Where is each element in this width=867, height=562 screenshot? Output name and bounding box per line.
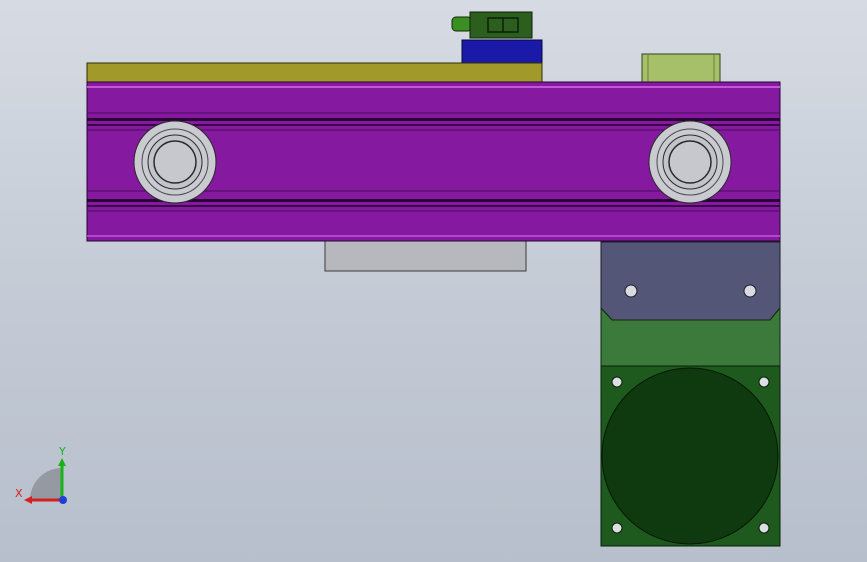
y-axis-label: Y — [58, 445, 66, 458]
right-pulley[interactable] — [648, 120, 732, 204]
carriage-block[interactable] — [461, 39, 543, 65]
end-cap-block[interactable] — [641, 53, 721, 84]
top-mounting-plate[interactable] — [86, 62, 543, 84]
lower-gray-plate[interactable] — [324, 239, 527, 272]
sensor-connector[interactable] — [451, 11, 533, 39]
motor-body[interactable] — [600, 365, 781, 547]
cad-viewport[interactable]: Y X — [0, 0, 867, 562]
left-pulley[interactable] — [133, 120, 217, 204]
axis-triad: Y X — [15, 445, 67, 504]
x-axis-label: X — [15, 487, 23, 500]
motor-adapter-plate[interactable] — [600, 241, 781, 321]
